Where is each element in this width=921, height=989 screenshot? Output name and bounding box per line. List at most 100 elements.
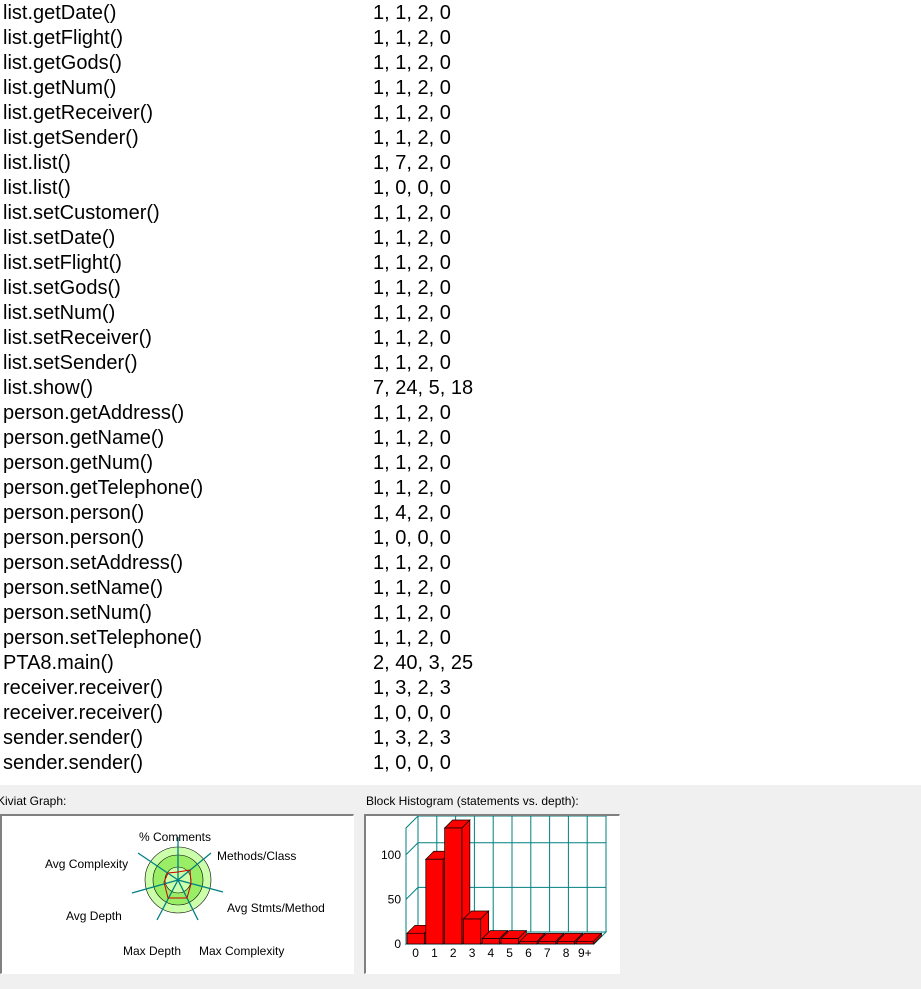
list-item[interactable]: person.getAddress() 1, 1, 2, 0 <box>0 401 921 426</box>
histogram-x-tick: 5 <box>506 946 513 960</box>
kiviat-label-avgdepth: Avg Depth <box>66 909 122 923</box>
method-metrics: 1, 1, 2, 0 <box>373 252 451 274</box>
method-name: person.getName() <box>3 427 165 449</box>
method-name: list.list() <box>3 152 71 174</box>
method-name: list.getReceiver() <box>3 102 154 124</box>
list-item[interactable]: list.setDate() 1, 1, 2, 0 <box>0 226 921 251</box>
list-item[interactable]: list.setNum() 1, 1, 2, 0 <box>0 301 921 326</box>
block-histogram: 0 1 2 3 4 5 6 7 8 9+100500 <box>381 816 608 960</box>
list-item[interactable]: person.getNum() 1, 1, 2, 0 <box>0 451 921 476</box>
histogram-bar <box>406 932 425 945</box>
list-item[interactable]: sender.sender() 1, 3, 2, 3 <box>0 726 921 751</box>
method-name: person.person() <box>3 502 145 524</box>
method-metrics: 7, 24, 5, 18 <box>373 377 474 399</box>
method-name: list.setCustomer() <box>3 202 160 224</box>
list-item[interactable]: list.list() 1, 7, 2, 0 <box>0 151 921 176</box>
list-item[interactable]: list.setFlight() 1, 1, 2, 0 <box>0 251 921 276</box>
kiviat-label-maxdepth: Max Depth <box>123 944 181 958</box>
method-metrics: 1, 1, 2, 0 <box>373 477 451 499</box>
metrics-list: list.getDate() 1, 1, 2, 0 list.getFlight()… <box>0 0 921 785</box>
method-name: person.person() <box>3 527 145 549</box>
method-name: person.getTelephone() <box>3 477 204 499</box>
list-item[interactable]: person.setTelephone() 1, 1, 2, 0 <box>0 626 921 651</box>
list-item[interactable]: receiver.receiver() 1, 0, 0, 0 <box>0 701 921 726</box>
histogram-bar <box>444 827 463 945</box>
list-item[interactable]: list.setGods() 1, 1, 2, 0 <box>0 276 921 301</box>
list-item[interactable]: list.getNum() 1, 1, 2, 0 <box>0 76 921 101</box>
kiviat-label-methods: Methods/Class <box>217 849 296 863</box>
list-item[interactable]: list.getGods() 1, 1, 2, 0 <box>0 51 921 76</box>
histogram-x-tick: 8 <box>563 946 570 960</box>
kiviat-caption: Kiviat Graph: <box>0 794 67 808</box>
list-item[interactable]: person.person() 1, 4, 2, 0 <box>0 501 921 526</box>
method-metrics: 1, 1, 2, 0 <box>373 427 451 449</box>
histogram-panel: 0 1 2 3 4 5 6 7 8 9+ 100 50 0 <box>364 814 620 974</box>
method-name: list.getGods() <box>3 52 122 74</box>
list-item[interactable]: list.getSender() 1, 1, 2, 0 <box>0 126 921 151</box>
method-metrics: 1, 0, 0, 0 <box>373 752 451 774</box>
method-name: list.setFlight() <box>3 252 122 274</box>
histogram-gridline <box>405 887 419 900</box>
list-item[interactable]: person.setName() 1, 1, 2, 0 <box>0 576 921 601</box>
method-metrics: 1, 0, 0, 0 <box>373 177 451 199</box>
method-metrics: 1, 1, 2, 0 <box>373 602 451 624</box>
histogram-x-tick: 0 <box>412 946 419 960</box>
list-item[interactable]: receiver.receiver() 1, 3, 2, 3 <box>0 676 921 701</box>
method-metrics: 1, 3, 2, 3 <box>373 727 451 749</box>
kiviat-label-maxcomplexity: Max Complexity <box>199 944 284 958</box>
method-name: list.getSender() <box>3 127 139 149</box>
method-metrics: 1, 1, 2, 0 <box>373 327 451 349</box>
method-metrics: 1, 0, 0, 0 <box>373 702 451 724</box>
method-name: sender.sender() <box>3 727 144 749</box>
method-metrics: 1, 1, 2, 0 <box>373 27 451 49</box>
method-metrics: 1, 1, 2, 0 <box>373 127 451 149</box>
method-name: person.getNum() <box>3 452 154 474</box>
list-item[interactable]: person.setAddress() 1, 1, 2, 0 <box>0 551 921 576</box>
list-item[interactable]: list.getFlight() 1, 1, 2, 0 <box>0 26 921 51</box>
list-item[interactable]: list.show() 7, 24, 5, 18 <box>0 376 921 401</box>
list-item[interactable]: list.list() 1, 0, 0, 0 <box>0 176 921 201</box>
method-name: list.setReceiver() <box>3 327 152 349</box>
method-name: PTA8.main() <box>3 652 114 674</box>
list-item[interactable]: sender.sender() 1, 0, 0, 0 <box>0 751 921 776</box>
list-item[interactable]: person.person() 1, 0, 0, 0 <box>0 526 921 551</box>
histogram-gridline <box>405 842 419 856</box>
kiviat-label-stmts: Avg Stmts/Method <box>227 901 325 915</box>
list-item[interactable]: list.getReceiver() 1, 1, 2, 0 <box>0 101 921 126</box>
histogram-bar <box>463 918 482 945</box>
histogram-bar <box>538 940 557 945</box>
histogram-left-wall <box>405 816 419 946</box>
kiviat-label-comments: % Comments <box>139 830 211 844</box>
histogram-y-tick: 50 <box>388 892 402 906</box>
list-item[interactable]: person.getTelephone() 1, 1, 2, 0 <box>0 476 921 501</box>
list-item[interactable]: person.setNum() 1, 1, 2, 0 <box>0 601 921 626</box>
method-metrics: 1, 1, 2, 0 <box>373 302 451 324</box>
histogram-x-tick: 1 <box>431 946 438 960</box>
method-metrics: 1, 1, 2, 0 <box>373 102 451 124</box>
method-metrics: 1, 1, 2, 0 <box>373 452 451 474</box>
method-metrics: 1, 1, 2, 0 <box>373 277 451 299</box>
method-metrics: 1, 0, 0, 0 <box>373 527 451 549</box>
histogram-y-tick: 0 <box>394 937 401 951</box>
method-metrics: 1, 1, 2, 0 <box>373 2 451 24</box>
histogram-x-tick: 2 <box>450 946 457 960</box>
method-name: sender.sender() <box>3 752 144 774</box>
method-metrics: 1, 3, 2, 3 <box>373 677 451 699</box>
list-item[interactable]: list.setCustomer() 1, 1, 2, 0 <box>0 201 921 226</box>
method-metrics: 2, 40, 3, 25 <box>373 652 474 674</box>
histogram-bar <box>519 940 538 945</box>
list-item[interactable]: list.getDate() 1, 1, 2, 0 <box>0 1 921 26</box>
list-item[interactable]: person.getName() 1, 1, 2, 0 <box>0 426 921 451</box>
method-name: list.getFlight() <box>3 27 124 49</box>
kiviat-label-avgcomplexity: Avg Complexity <box>45 857 128 871</box>
method-name: receiver.receiver() <box>3 677 164 699</box>
kiviat-panel: % Comments Methods/Class Avg Stmts/Metho… <box>0 814 354 974</box>
method-metrics: 1, 1, 2, 0 <box>373 627 451 649</box>
histogram-x-tick: 6 <box>525 946 532 960</box>
histogram-caption: Block Histogram (statements vs. depth): <box>366 794 579 808</box>
method-metrics: 1, 1, 2, 0 <box>373 577 451 599</box>
method-name: list.list() <box>3 177 71 199</box>
list-item[interactable]: PTA8.main() 2, 40, 3, 25 <box>0 651 921 676</box>
list-item[interactable]: list.setSender() 1, 1, 2, 0 <box>0 351 921 376</box>
list-item[interactable]: list.setReceiver() 1, 1, 2, 0 <box>0 326 921 351</box>
